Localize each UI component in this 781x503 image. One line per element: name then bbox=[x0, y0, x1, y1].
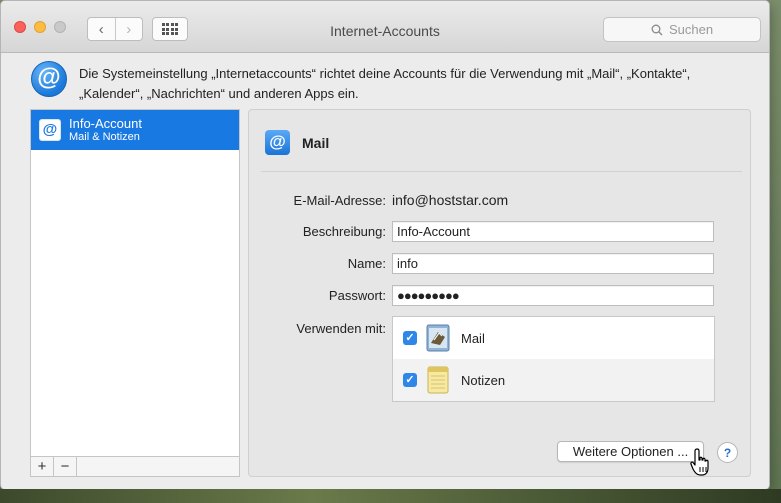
notes-app-icon bbox=[427, 366, 449, 394]
email-label: E-Mail-Adresse: bbox=[293, 192, 386, 208]
apps-list: ✓ Mail ✓ Notizen bbox=[392, 316, 715, 402]
sidebar-footer: + − bbox=[31, 456, 239, 476]
password-field[interactable]: ●●●●●●●●● bbox=[392, 285, 714, 306]
mail-checkbox[interactable]: ✓ bbox=[403, 331, 417, 345]
search-field[interactable]: Suchen bbox=[603, 17, 761, 42]
name-field[interactable]: info bbox=[392, 253, 714, 274]
preferences-window: ‹ › Internet-Accounts Suchen @ Die Syste… bbox=[0, 0, 770, 490]
panel-title: Mail bbox=[302, 134, 330, 151]
info-header: @ Die Systemeinstellung „Internetaccount… bbox=[31, 61, 751, 104]
more-options-button[interactable]: Weitere Optionen ... bbox=[557, 441, 704, 462]
description-field[interactable]: Info-Account bbox=[392, 221, 714, 242]
title-bar: ‹ › Internet-Accounts Suchen bbox=[1, 1, 769, 53]
panel-header: @ Mail bbox=[265, 130, 329, 155]
account-detail-panel: @ Mail E-Mail-Adresse: info@hoststar.com… bbox=[248, 109, 751, 477]
app-row-notes: ✓ Notizen bbox=[393, 359, 714, 401]
password-row: Passwort: ●●●●●●●●● bbox=[249, 285, 714, 306]
sidebar-item-info-account[interactable]: @ Info-Account Mail & Notizen bbox=[31, 110, 239, 150]
email-row: E-Mail-Adresse: info@hoststar.com bbox=[249, 192, 509, 208]
info-description: Die Systemeinstellung „Internetaccounts“… bbox=[79, 66, 691, 101]
divider bbox=[261, 171, 742, 172]
help-button[interactable]: ? bbox=[717, 442, 738, 463]
add-account-button[interactable]: + bbox=[31, 457, 54, 476]
notes-app-name: Notizen bbox=[461, 372, 506, 388]
mail-app-icon bbox=[426, 324, 450, 352]
name-label: Name: bbox=[347, 256, 386, 271]
description-label: Beschreibung: bbox=[302, 224, 386, 239]
app-row-mail: ✓ Mail bbox=[393, 317, 714, 359]
account-services: Mail & Notizen bbox=[69, 131, 140, 143]
mail-app-name: Mail bbox=[461, 330, 485, 346]
account-name: Info-Account bbox=[69, 116, 142, 131]
use-with-label: Verwenden mit: bbox=[296, 321, 386, 336]
remove-account-button[interactable]: − bbox=[54, 457, 77, 476]
desktop-background bbox=[0, 489, 781, 503]
name-row: Name: info bbox=[249, 253, 714, 274]
password-label: Passwort: bbox=[328, 288, 386, 303]
account-at-icon: @ bbox=[39, 119, 61, 141]
email-value: info@hoststar.com bbox=[392, 192, 509, 208]
use-with-row: Verwenden mit: bbox=[249, 321, 386, 336]
search-icon bbox=[651, 24, 663, 35]
search-placeholder: Suchen bbox=[668, 22, 714, 37]
accounts-sidebar: @ Info-Account Mail & Notizen + − bbox=[30, 109, 240, 477]
internet-accounts-icon: @ bbox=[31, 61, 67, 97]
mail-account-icon: @ bbox=[265, 130, 290, 155]
hand-cursor-icon bbox=[690, 448, 709, 476]
notes-checkbox[interactable]: ✓ bbox=[403, 373, 417, 387]
description-row: Beschreibung: Info-Account bbox=[249, 221, 714, 242]
